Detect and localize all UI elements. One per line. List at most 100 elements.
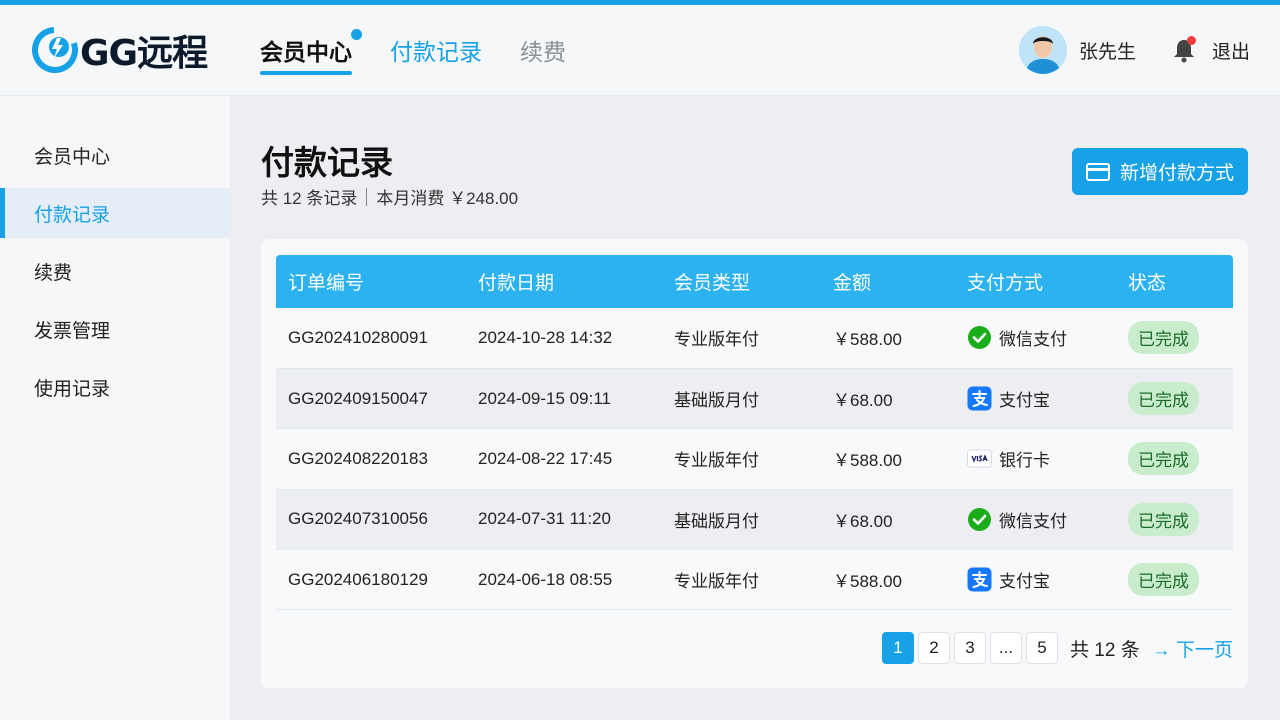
- status-cell: 已完成: [1116, 489, 1233, 549]
- notification-dot: [1186, 36, 1196, 45]
- payment-method: 微信支付: [999, 511, 1067, 531]
- table-row[interactable]: GG202410280091 2024-10-28 14:32 专业版年付 ￥588.…: [276, 308, 1233, 369]
- alipay-icon: [967, 386, 992, 411]
- payment-records-table: 订单编号 付款日期 会员类型 金额 支付方式 状态 GG202410280091…: [276, 255, 1233, 610]
- membership-type: 专业版年付: [674, 572, 759, 592]
- table-header-row: 订单编号 付款日期 会员类型 金额 支付方式 状态: [276, 255, 1233, 308]
- payment-method: 微信支付: [999, 330, 1067, 350]
- payment-date: 2024-07-31 11:20: [478, 509, 611, 529]
- sidebar-item-payment-records[interactable]: 付款记录: [0, 188, 230, 238]
- payment-method-cell: 支付宝: [955, 368, 1116, 428]
- amount: ￥588.00: [833, 451, 902, 471]
- page-button-1[interactable]: 1: [882, 632, 915, 664]
- amount: ￥68.00: [833, 391, 893, 411]
- divider: [366, 187, 368, 206]
- wechat-icon: [967, 325, 992, 350]
- avatar-person-icon: [1018, 26, 1067, 74]
- table-row[interactable]: GG202408220183 2024-08-22 17:45 专业版年付 ￥588.…: [276, 428, 1233, 490]
- page-title: 付款记录: [261, 144, 393, 181]
- membership-type: 专业版年付: [674, 330, 759, 350]
- column-header: 订单编号: [288, 273, 365, 294]
- pagination-total: 共 12 条: [1070, 639, 1140, 661]
- membership-type: 基础版月付: [674, 391, 759, 411]
- status-badge: 已完成: [1128, 442, 1199, 476]
- status-cell: 已完成: [1116, 550, 1233, 610]
- order-number: GG202409150047: [288, 388, 428, 408]
- payment-date: 2024-10-28 14:32: [478, 327, 613, 347]
- status-cell: 已完成: [1116, 429, 1233, 489]
- amount: ￥588.00: [833, 572, 902, 592]
- payment-method-cell: 微信支付: [955, 489, 1116, 549]
- sidebar-item-renew[interactable]: 续费: [0, 246, 230, 296]
- table-row[interactable]: GG202406180129 2024-06-18 08:55 专业版年付 ￥588.…: [276, 549, 1233, 610]
- membership-type: 专业版年付: [674, 451, 759, 471]
- status-badge: 已完成: [1128, 382, 1199, 416]
- notification-dot: [351, 29, 362, 40]
- payment-date: 2024-08-22 17:45: [478, 448, 613, 468]
- column-header: 付款日期: [478, 273, 555, 294]
- order-number: GG202407310056: [288, 509, 428, 529]
- payment-date: 2024-06-18 08:55: [478, 569, 613, 589]
- nav-renew[interactable]: 续费: [520, 33, 566, 73]
- nav-label: 续费: [520, 39, 566, 65]
- column-header: 支付方式: [967, 273, 1044, 294]
- nav-label: 付款记录: [390, 39, 482, 65]
- pagination: 1 2 3 ... 5 共 12 条 → 下一页: [882, 632, 1233, 664]
- payment-method: 银行卡: [999, 451, 1050, 471]
- sidebar-item-invoices[interactable]: 发票管理: [0, 304, 230, 354]
- column-header: 状态: [1128, 273, 1167, 294]
- monthly-spend: 本月消费 ￥248.00: [376, 189, 519, 208]
- brand-name: GG远程: [80, 33, 208, 74]
- credit-card-icon: [1085, 162, 1110, 181]
- membership-type: 基础版月付: [674, 511, 759, 531]
- visa-card-icon: [967, 446, 992, 471]
- add-payment-method-label: 新增付款方式: [1119, 163, 1234, 184]
- payment-method-cell: 支付宝: [955, 550, 1116, 610]
- alipay-icon: [967, 567, 992, 592]
- nav-label: 会员中心: [260, 39, 352, 65]
- sidebar-item-member-center[interactable]: 会员中心: [0, 130, 230, 180]
- payment-method: 支付宝: [999, 572, 1050, 592]
- bell-icon[interactable]: [1170, 36, 1198, 64]
- column-header: 金额: [833, 273, 872, 294]
- user-name[interactable]: 张先生: [1079, 37, 1136, 64]
- page-button-5[interactable]: 5: [1026, 632, 1059, 664]
- payment-method-cell: 微信支付: [955, 308, 1116, 368]
- add-payment-method-button[interactable]: 新增付款方式: [1072, 148, 1248, 195]
- payment-method: 支付宝: [999, 391, 1050, 411]
- records-card: 订单编号 付款日期 会员类型 金额 支付方式 状态 GG202410280091…: [261, 239, 1248, 688]
- top-header: GG远程 会员中心 付款记录 续费 张先生 退出: [0, 5, 1280, 96]
- record-count: 共 12 条记录: [261, 189, 358, 208]
- order-number: GG202408220183: [288, 448, 428, 468]
- status-badge: 已完成: [1128, 563, 1199, 597]
- table-row[interactable]: GG202407310056 2024-07-31 11:20 基础版月付 ￥68.0…: [276, 489, 1233, 550]
- records-summary: 共 12 条记录 本月消费 ￥248.00: [261, 184, 518, 209]
- sidebar: 会员中心 付款记录 续费 发票管理 使用记录: [0, 96, 230, 720]
- table-row[interactable]: GG202409150047 2024-09-15 09:11 基础版月付 ￥68.0…: [276, 368, 1233, 429]
- wechat-icon: [967, 507, 992, 532]
- column-header: 会员类型: [674, 273, 751, 294]
- page-ellipsis[interactable]: ...: [990, 632, 1023, 664]
- page-button-3[interactable]: 3: [954, 632, 987, 664]
- status-badge: 已完成: [1128, 321, 1199, 355]
- amount: ￥588.00: [833, 330, 902, 350]
- user-area: 张先生 退出: [1018, 25, 1250, 75]
- logo-icon: [32, 27, 78, 73]
- amount: ￥68.00: [833, 511, 893, 531]
- avatar[interactable]: [1018, 26, 1067, 74]
- next-page-link[interactable]: → 下一页: [1152, 635, 1233, 662]
- payment-method-cell: 银行卡: [955, 429, 1116, 489]
- status-cell: 已完成: [1116, 308, 1233, 368]
- page-button-2[interactable]: 2: [918, 632, 951, 664]
- logo[interactable]: GG远程: [32, 27, 208, 74]
- nav-payment-records[interactable]: 付款记录: [390, 33, 482, 73]
- status-badge: 已完成: [1128, 502, 1199, 536]
- sidebar-item-usage-records[interactable]: 使用记录: [0, 362, 230, 412]
- main-nav: 会员中心 付款记录 续费: [260, 29, 604, 75]
- order-number: GG202410280091: [288, 327, 428, 347]
- status-cell: 已完成: [1116, 368, 1233, 428]
- nav-member-center[interactable]: 会员中心: [260, 29, 362, 75]
- order-number: GG202406180129: [288, 569, 428, 589]
- main-content: 付款记录 共 12 条记录 本月消费 ￥248.00 新增付款方式 订单编号 付…: [230, 96, 1280, 720]
- logout-link[interactable]: 退出: [1212, 37, 1250, 64]
